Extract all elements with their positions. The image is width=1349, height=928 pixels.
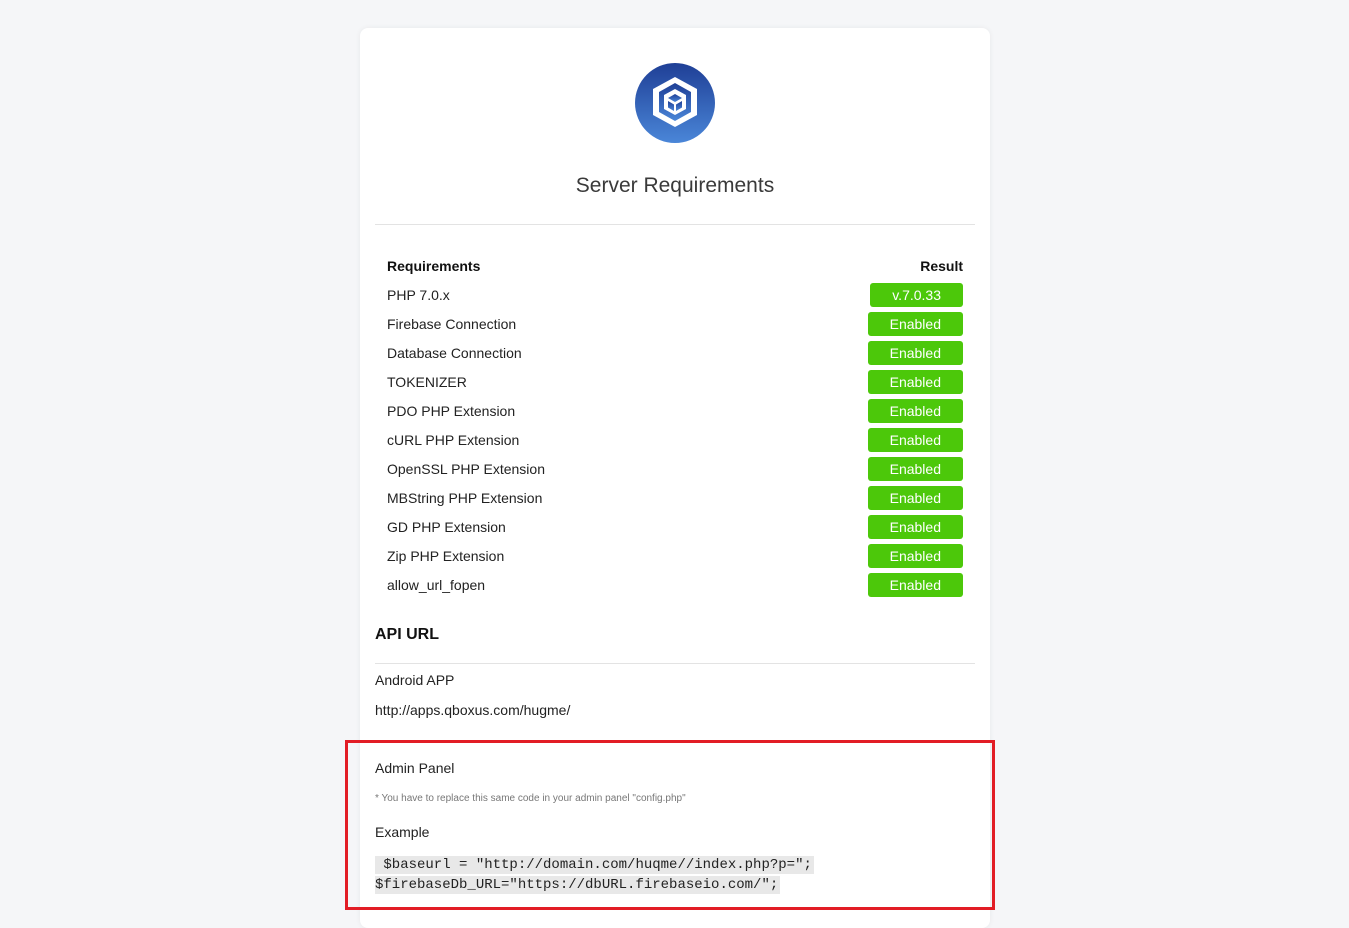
status-badge: Enabled xyxy=(867,543,963,568)
table-row: PHP 7.0.x v.7.0.33 xyxy=(387,280,963,309)
status-badge: Enabled xyxy=(867,398,963,423)
requirements-card: Server Requirements Requirements Result … xyxy=(360,28,990,928)
table-row: MBString PHP Extension Enabled xyxy=(387,483,963,512)
admin-panel-note: * You have to replace this same code in … xyxy=(375,793,686,804)
table-row: GD PHP Extension Enabled xyxy=(387,512,963,541)
requirement-name: OpenSSL PHP Extension xyxy=(387,460,545,477)
status-badge: Enabled xyxy=(867,311,963,336)
requirement-name: Zip PHP Extension xyxy=(387,547,505,564)
table-row: Zip PHP Extension Enabled xyxy=(387,541,963,570)
table-row: OpenSSL PHP Extension Enabled xyxy=(387,454,963,483)
code-line-baseurl: $baseurl = "http://domain.com/huqme//ind… xyxy=(375,856,814,874)
api-divider xyxy=(375,663,975,664)
android-app-label: Android APP xyxy=(375,672,455,688)
requirement-name: GD PHP Extension xyxy=(387,518,506,535)
requirement-name: cURL PHP Extension xyxy=(387,431,520,448)
status-badge: Enabled xyxy=(867,514,963,539)
code-line-firebase: $firebaseDb_URL="https://dbURL.firebasei… xyxy=(375,876,781,894)
config-code-block: $baseurl = "http://domain.com/huqme//ind… xyxy=(375,855,814,895)
requirements-header: Requirements xyxy=(387,258,481,274)
status-badge: Enabled xyxy=(867,427,963,452)
requirement-name: PHP 7.0.x xyxy=(387,286,450,303)
table-row: cURL PHP Extension Enabled xyxy=(387,425,963,454)
table-row: PDO PHP Extension Enabled xyxy=(387,396,963,425)
requirement-name: TOKENIZER xyxy=(387,373,467,390)
admin-panel-label: Admin Panel xyxy=(375,760,455,776)
table-row: Database Connection Enabled xyxy=(387,338,963,367)
status-badge: Enabled xyxy=(867,485,963,510)
requirement-name: MBString PHP Extension xyxy=(387,489,543,506)
status-badge: Enabled xyxy=(867,369,963,394)
status-badge: Enabled xyxy=(867,340,963,365)
title-divider xyxy=(375,224,975,225)
result-header: Result xyxy=(920,258,963,274)
table-row: allow_url_fopen Enabled xyxy=(387,570,963,599)
table-header: Requirements Result xyxy=(387,256,963,276)
page-title: Server Requirements xyxy=(575,174,775,197)
requirements-table: Requirements Result PHP 7.0.x v.7.0.33 F… xyxy=(387,256,963,599)
table-row: Firebase Connection Enabled xyxy=(387,309,963,338)
api-url-heading: API URL xyxy=(375,626,439,643)
status-badge: Enabled xyxy=(867,456,963,481)
cube-logo-icon xyxy=(635,63,715,143)
requirement-name: Database Connection xyxy=(387,344,522,361)
requirement-name: PDO PHP Extension xyxy=(387,402,516,419)
status-badge: Enabled xyxy=(867,572,963,597)
android-app-url: http://apps.qboxus.com/hugme/ xyxy=(375,702,571,718)
example-label: Example xyxy=(375,824,430,840)
requirement-name: Firebase Connection xyxy=(387,315,517,332)
requirement-name: allow_url_fopen xyxy=(387,576,486,593)
table-row: TOKENIZER Enabled xyxy=(387,367,963,396)
status-badge: v.7.0.33 xyxy=(870,282,963,307)
